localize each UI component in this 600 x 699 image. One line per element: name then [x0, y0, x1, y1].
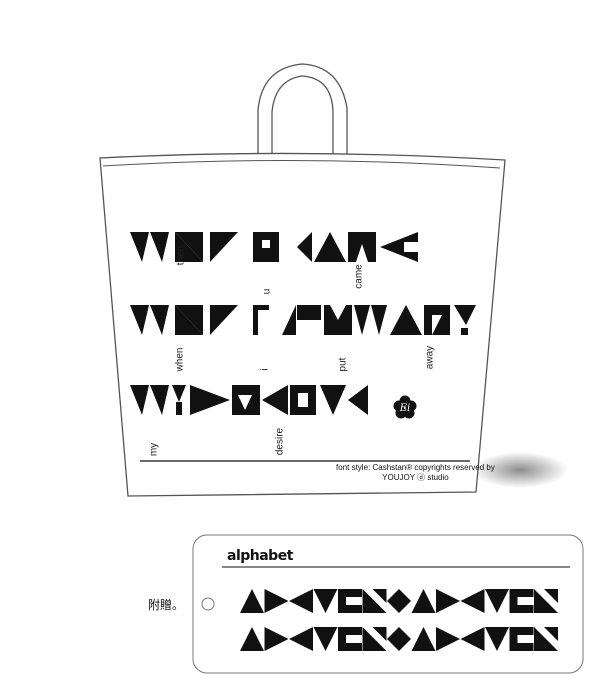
alphabet-title: alphabet [227, 548, 293, 564]
bag-word: i [259, 368, 271, 371]
bag-word: my [148, 442, 160, 457]
bag-word: desire [274, 427, 286, 456]
bag-word: away [424, 345, 436, 370]
gift-label: 附贈。 [148, 598, 185, 612]
bag-word: u [261, 288, 273, 295]
credit-line-2: YOUJOY ⓓ studio [382, 473, 449, 482]
illustration-canvas: Ei [99, 63, 584, 674]
bag-word: when [174, 347, 186, 372]
credit-line-1: font style: Cashstan® copyrights reserve… [336, 463, 495, 472]
bag-credit-text: font style: Cashstan® copyrights reserve… [336, 463, 495, 483]
bag-word: came [353, 264, 365, 289]
svg-text:Ei: Ei [399, 403, 411, 414]
bag-word: put [337, 357, 349, 372]
bag-word: then [175, 245, 187, 266]
